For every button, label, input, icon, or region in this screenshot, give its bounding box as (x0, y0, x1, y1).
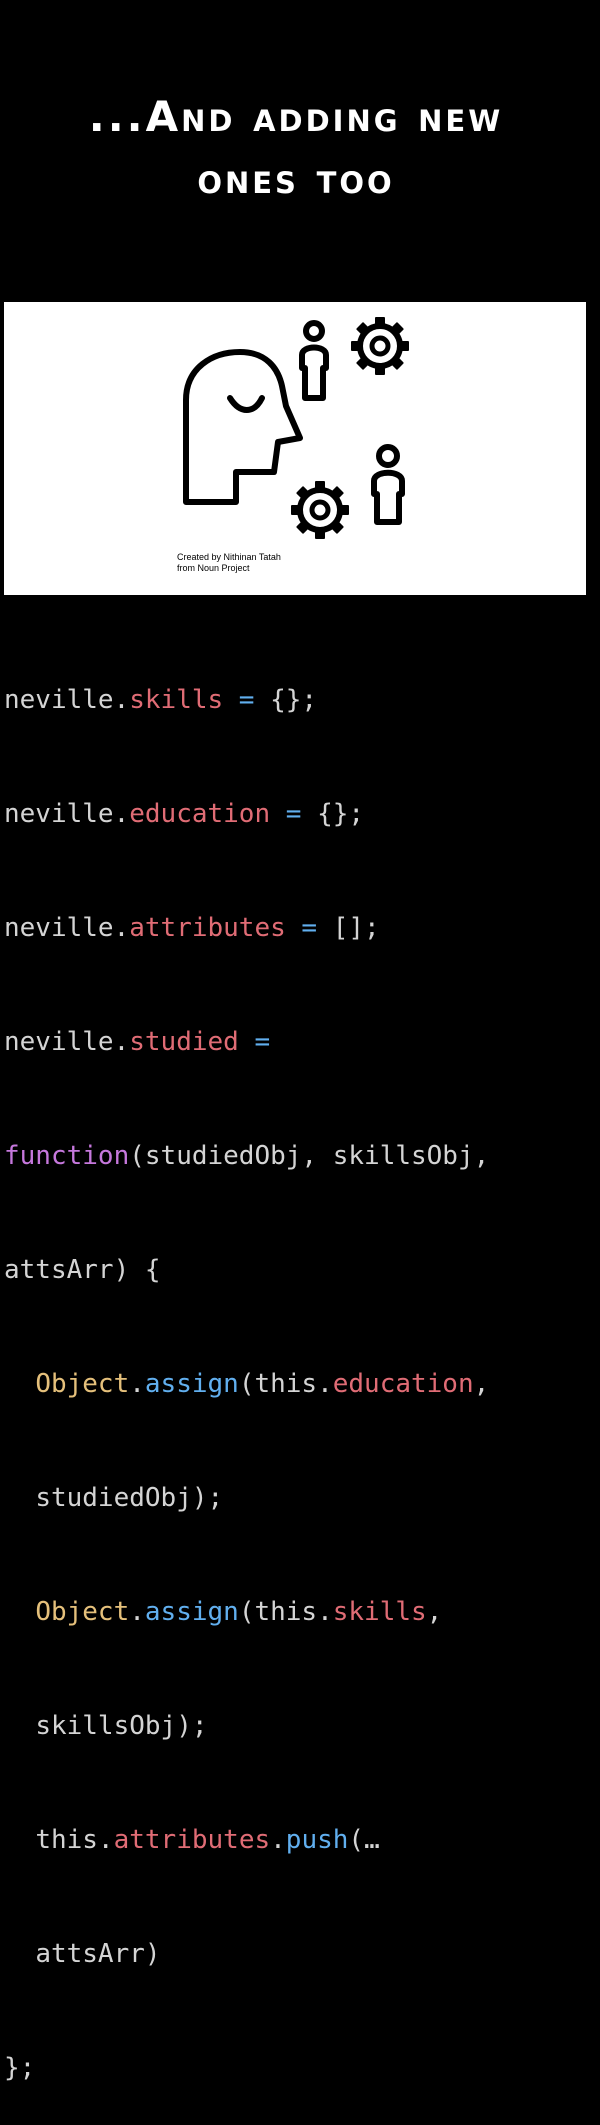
slide-title-line-1: ...And adding new (88, 92, 504, 141)
code-line: Object.assign(this.skills, (4, 1593, 596, 1631)
illustration-panel: Created by Nithinan Tatah from Noun Proj… (4, 302, 586, 595)
code-line: skillsObj); (4, 1707, 596, 1745)
code-line: neville.attributes = []; (4, 909, 596, 947)
code-token: attributes (113, 1825, 271, 1855)
code-line: neville.skills = {}; (4, 681, 596, 719)
code-token: {}; (317, 799, 365, 829)
gear-icon (291, 481, 349, 539)
code-token: neville. (4, 685, 130, 715)
code-token: push (285, 1825, 349, 1855)
code-token: this. (35, 1825, 114, 1855)
code-token: (… (348, 1825, 380, 1855)
illustration-graphic (183, 317, 409, 539)
code-token: {}; (270, 685, 318, 715)
code-token: , (473, 1369, 490, 1399)
person-icon (371, 444, 405, 525)
code-token: = (270, 799, 318, 829)
code-token: []; (332, 913, 380, 943)
code-token: }; (4, 2053, 36, 2083)
code-token: = (285, 913, 333, 943)
code-token: , (426, 1597, 443, 1627)
icon-credit-line-1: Created by Nithinan Tatah (177, 552, 281, 562)
code-token: function (4, 1141, 130, 1171)
code-token: education (332, 1369, 474, 1399)
code-token: neville. (4, 799, 130, 829)
code-line: attsArr) (4, 1935, 596, 1973)
code-line: neville.studied = (4, 1023, 596, 1061)
code-line: studiedObj); (4, 1479, 596, 1517)
code-token: assign (144, 1597, 239, 1627)
code-token: . (129, 1597, 145, 1627)
code-token: studied (129, 1027, 239, 1057)
slide-title-line-2: ones too (197, 154, 395, 203)
code-token: Object (35, 1597, 130, 1627)
code-token: Object (35, 1369, 130, 1399)
code-line: neville.education = {}; (4, 795, 596, 833)
gear-icon (351, 317, 409, 375)
slide-title: ...And adding new ones too (0, 86, 592, 210)
code-token: studiedObj); (35, 1483, 224, 1513)
code-token: (this. (238, 1597, 333, 1627)
code-token: attsArr) { (4, 1255, 161, 1285)
head-profile-icon (183, 349, 303, 505)
code-line: function(studiedObj, skillsObj, (4, 1137, 596, 1175)
icon-credit-line-2: from Noun Project (177, 563, 250, 573)
code-token: neville. (4, 1027, 130, 1057)
code-token: skillsObj); (35, 1711, 208, 1741)
code-line: }; (4, 2049, 596, 2087)
person-icon (299, 320, 329, 401)
code-line: this.attributes.push(… (4, 1821, 596, 1859)
code-token: attsArr) (35, 1939, 161, 1969)
code-token: education (129, 799, 271, 829)
code-token: skills (332, 1597, 427, 1627)
code-token: . (270, 1825, 286, 1855)
code-block: neville.skills = {}; neville.education =… (4, 605, 596, 2125)
code-token: (this. (238, 1369, 333, 1399)
code-token: attributes (129, 913, 286, 943)
code-token: neville. (4, 913, 130, 943)
code-token: (studiedObj, skillsObj, (129, 1141, 490, 1171)
code-line: attsArr) { (4, 1251, 596, 1289)
code-token: assign (144, 1369, 239, 1399)
code-token: = (238, 1027, 271, 1057)
code-token: skills (129, 685, 224, 715)
code-token: = (223, 685, 271, 715)
code-line: Object.assign(this.education, (4, 1365, 596, 1403)
icon-credit: Created by Nithinan Tatah from Noun Proj… (177, 552, 281, 574)
code-token: . (129, 1369, 145, 1399)
